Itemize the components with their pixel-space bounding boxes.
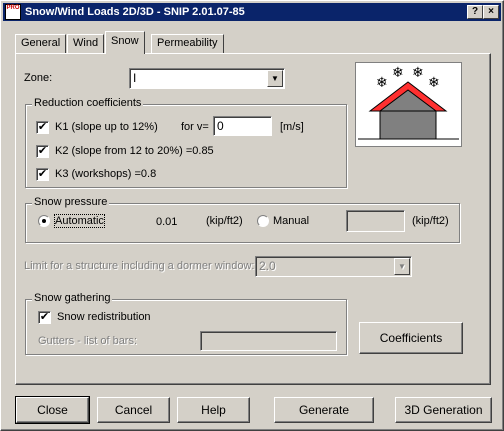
tab-permeability[interactable]: Permeability [151, 34, 224, 53]
close-icon: × [488, 6, 494, 17]
k2-label: K2 (slope from 12 to 20%) =0.85 [55, 145, 214, 157]
v-unit-label: [m/s] [280, 121, 304, 133]
close-title-button[interactable]: × [483, 5, 499, 19]
dormer-limit-select[interactable]: 2.0 ▼ [255, 256, 412, 277]
snow-roof-illustration: ❄ ❄ ❄ ❄ [355, 62, 462, 147]
window-title: Snow/Wind Loads 2D/3D - SNIP 2.01.07-85 [25, 6, 245, 18]
app-icon: PRO [5, 4, 21, 20]
tab-wind[interactable]: Wind [67, 34, 105, 53]
dropdown-glyph: ▼ [271, 74, 279, 83]
automatic-radio[interactable] [38, 215, 50, 227]
snowflake-icon-2: ❄ [392, 64, 404, 80]
snow-redistribution-checkbox[interactable]: ✔ [38, 311, 51, 324]
help-title-button[interactable]: ? [467, 5, 483, 19]
check-icon: ✔ [37, 168, 48, 180]
reduction-coefficients-title: Reduction coefficients [32, 97, 144, 109]
k2-checkbox[interactable]: ✔ [36, 145, 49, 158]
chevron-down-icon[interactable]: ▼ [394, 258, 410, 275]
dormer-limit-label: Limit for a structure including a dormer… [24, 260, 255, 272]
title-bar: PRO Snow/Wind Loads 2D/3D - SNIP 2.01.07… [3, 3, 501, 21]
dialog-window: PRO Snow/Wind Loads 2D/3D - SNIP 2.01.07… [0, 0, 504, 431]
automatic-value: 0.01 [156, 216, 178, 228]
zone-value: I [133, 71, 137, 85]
coefficients-button[interactable]: Coefficients [359, 322, 463, 354]
radio-selected-dot [42, 219, 46, 223]
tab-snow[interactable]: Snow [105, 31, 145, 54]
check-icon: ✔ [37, 121, 48, 133]
for-v-label: for v= [181, 121, 209, 133]
v-value: 0 [217, 119, 224, 133]
app-icon-label: PRO [6, 5, 20, 11]
generate-button[interactable]: Generate [274, 397, 374, 423]
k1-checkbox[interactable]: ✔ [36, 121, 49, 134]
manual-label[interactable]: Manual [273, 215, 309, 227]
dropdown-glyph: ▼ [398, 262, 406, 271]
zone-label: Zone: [24, 72, 53, 84]
snowflake-icon-3: ❄ [412, 64, 424, 80]
snow-gathering-title: Snow gathering [32, 292, 113, 304]
manual-radio[interactable] [257, 215, 269, 227]
snowflake-icon-1: ❄ [376, 74, 388, 90]
manual-unit: (kip/ft2) [412, 215, 449, 227]
tab-general[interactable]: General [15, 34, 67, 53]
manual-pressure-input[interactable] [346, 210, 405, 232]
v-input[interactable]: 0 [213, 116, 272, 136]
close-button[interactable]: Close [15, 396, 90, 424]
snowflake-icon-4: ❄ [428, 74, 440, 90]
roof-icon: ❄ ❄ ❄ ❄ [358, 64, 459, 140]
snow-pressure-title: Snow pressure [32, 196, 110, 208]
k1-label: K1 (slope up to 12%) [55, 121, 158, 133]
snow-redistribution-label: Snow redistribution [57, 311, 151, 323]
automatic-unit: (kip/ft2) [206, 215, 243, 227]
check-icon: ✔ [37, 145, 48, 157]
cancel-button[interactable]: Cancel [97, 397, 170, 423]
3d-generation-button[interactable]: 3D Generation [395, 397, 492, 423]
k3-checkbox[interactable]: ✔ [36, 168, 49, 181]
help-button[interactable]: Help [177, 397, 250, 423]
automatic-label[interactable]: Automatic [54, 214, 105, 228]
k3-label: K3 (workshops) =0.8 [55, 168, 157, 180]
check-icon: ✔ [39, 311, 50, 323]
zone-select[interactable]: I ▼ [129, 68, 285, 89]
chevron-down-icon[interactable]: ▼ [267, 70, 283, 87]
help-icon: ? [471, 6, 479, 17]
dormer-limit-value: 2.0 [259, 259, 276, 273]
gutters-input[interactable] [200, 331, 337, 351]
gutters-label: Gutters - list of bars: [38, 335, 138, 347]
